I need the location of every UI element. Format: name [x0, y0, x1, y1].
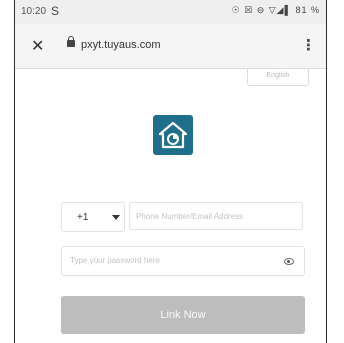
browser-frame: 10:20 S ☉ ☒ ⊖ ▽◢▌ 81 % ✕ pxyt.tuyaus.com… — [14, 0, 327, 343]
status-icons: ☉ ☒ ⊖ ▽◢▌ 81 % — [231, 5, 320, 15]
browser-toolbar: ✕ pxyt.tuyaus.com ⋮ — [15, 24, 326, 69]
app-notification-icon: S — [51, 4, 60, 18]
chevron-down-icon — [112, 215, 120, 220]
phone-email-input[interactable]: Phone Number/Email Address — [129, 202, 303, 230]
status-bar: 10:20 S ☉ ☒ ⊖ ▽◢▌ 81 % — [15, 0, 326, 24]
app-logo — [153, 115, 193, 155]
password-placeholder: Type your password here — [70, 256, 160, 265]
more-menu-icon[interactable]: ⋮ — [301, 36, 316, 54]
house-logo-icon — [158, 121, 188, 149]
country-code-value: +1 — [77, 212, 89, 223]
link-now-button[interactable]: Link Now — [61, 296, 305, 334]
url-text[interactable]: pxyt.tuyaus.com — [81, 39, 160, 51]
country-code-select[interactable]: +1 — [61, 202, 125, 232]
password-input[interactable]: Type your password here — [61, 246, 305, 276]
lock-icon — [67, 36, 75, 47]
language-selector[interactable]: English — [247, 69, 309, 86]
phone-row: +1 Phone Number/Email Address — [61, 202, 305, 232]
eye-icon[interactable] — [284, 258, 294, 265]
close-icon[interactable]: ✕ — [31, 36, 44, 56]
page-content: English +1 Phone Number/Email Address Ty… — [15, 69, 326, 343]
status-time: 10:20 — [21, 6, 47, 17]
